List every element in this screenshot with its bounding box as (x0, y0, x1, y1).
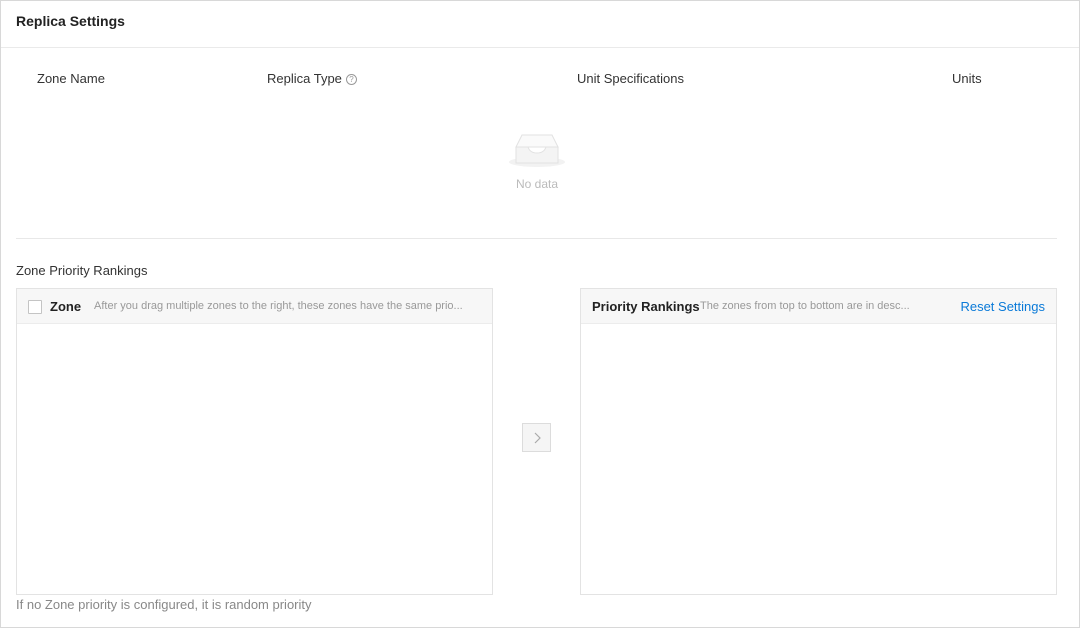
column-header-replica-type-label: Replica Type (267, 71, 342, 86)
column-header-unit-specifications: Unit Specifications (577, 71, 684, 86)
zone-priority-title: Zone Priority Rankings (16, 263, 148, 278)
column-header-zone-name: Zone Name (37, 71, 105, 86)
priority-rankings-box: Priority Rankings The zones from top to … (580, 288, 1057, 595)
reset-settings-link[interactable]: Reset Settings (960, 299, 1045, 314)
zone-list-hint: After you drag multiple zones to the rig… (94, 300, 463, 312)
replica-settings-panel: Replica Settings Zone Name Replica Type?… (0, 0, 1080, 628)
column-header-replica-type: Replica Type? (267, 71, 357, 86)
zone-list-box: Zone After you drag multiple zones to th… (16, 288, 493, 595)
column-header-units: Units (952, 71, 982, 86)
priority-footer-note: If no Zone priority is configured, it is… (16, 597, 312, 612)
zone-list-header: Zone After you drag multiple zones to th… (17, 289, 492, 324)
panel-header: Replica Settings (1, 1, 1079, 48)
empty-text: No data (515, 177, 559, 191)
zone-list-label: Zone (50, 299, 82, 314)
section-divider (16, 238, 1057, 239)
panel-title: Replica Settings (16, 13, 125, 29)
priority-rankings-hint: The zones from top to bottom are in desc… (700, 300, 910, 312)
priority-rankings-header: Priority Rankings The zones from top to … (581, 289, 1056, 324)
chevron-right-icon (534, 432, 541, 444)
empty-state: No data (506, 129, 568, 191)
priority-rankings-label: Priority Rankings (592, 299, 700, 314)
move-right-button[interactable] (522, 423, 551, 452)
question-circle-icon[interactable]: ? (345, 74, 357, 85)
empty-inbox-icon (509, 134, 565, 167)
select-all-checkbox[interactable] (28, 300, 42, 314)
